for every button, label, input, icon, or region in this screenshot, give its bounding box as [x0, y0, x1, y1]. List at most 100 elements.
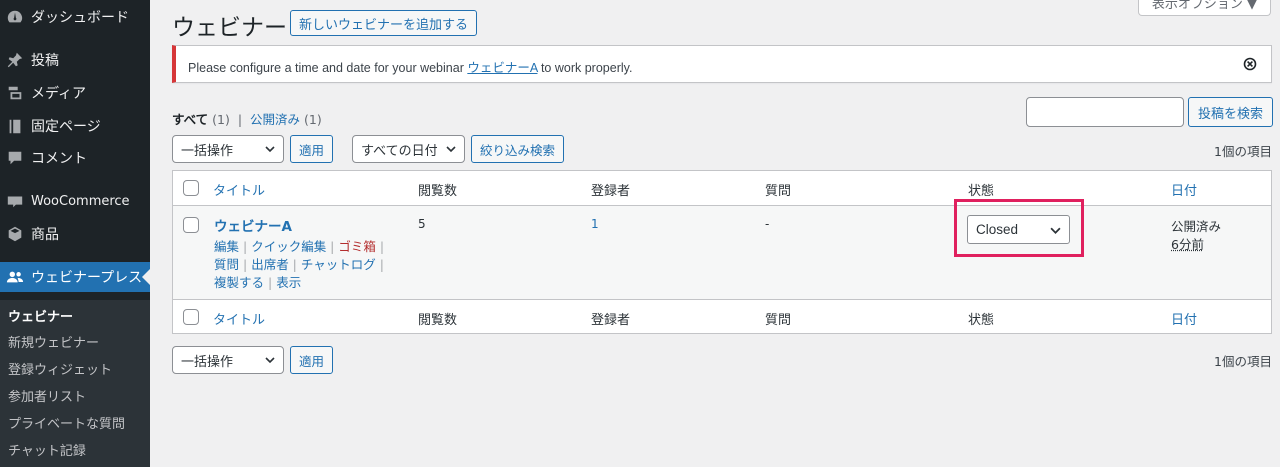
search-input[interactable]: [1026, 97, 1184, 127]
column-questions: 質問: [765, 184, 792, 199]
admin-sidebar: ダッシュボード 投稿 メディア 固定ページ コメント WooCommerce 商…: [0, 0, 150, 467]
row-actions: 編集 | クイック編集 | ゴミ箱 | 質問 | 出席者 | チャットログ | …: [214, 239, 385, 290]
column-date-footer[interactable]: 日付: [1171, 309, 1197, 328]
cell-questions: -: [765, 217, 770, 231]
action-questions[interactable]: 質問: [214, 257, 239, 272]
screen-options-button[interactable]: 表示オプション ▼: [1138, 0, 1271, 16]
notice-text: Please configure a time and date for you…: [188, 57, 632, 76]
cell-views: 5: [418, 217, 426, 231]
menu-label: 投稿: [31, 53, 59, 69]
menu-label: コメント: [31, 151, 87, 167]
woocommerce-icon: [5, 191, 25, 211]
menu-label: 商品: [31, 227, 59, 243]
submenu-new-webinar[interactable]: 新規ウェビナー: [8, 332, 99, 351]
menu-pages[interactable]: 固定ページ: [0, 111, 150, 141]
search-posts-button[interactable]: 投稿を検索: [1188, 97, 1274, 127]
action-edit[interactable]: 編集: [214, 239, 239, 254]
dismiss-icon[interactable]: [1243, 57, 1257, 71]
table-header: タイトル 閲覧数 登録者 質問 状態 日付: [173, 171, 1271, 206]
column-registrants-footer: 登録者: [591, 313, 631, 328]
column-views: 閲覧数: [418, 184, 458, 199]
action-view[interactable]: 表示: [276, 275, 301, 290]
menu-dashboard[interactable]: ダッシュボード: [0, 2, 150, 32]
column-title[interactable]: タイトル: [213, 180, 265, 199]
view-published-link[interactable]: 公開済み: [250, 112, 300, 127]
view-all-count: (1): [212, 112, 230, 127]
apply-button-bottom[interactable]: 適用: [290, 346, 334, 374]
notice-text-after: to work properly.: [537, 61, 633, 75]
pin-icon: [5, 50, 25, 70]
column-questions-footer: 質問: [765, 313, 792, 328]
menu-label: ダッシュボード: [31, 10, 129, 26]
chevron-down-icon: [446, 146, 456, 153]
menu-media[interactable]: メディア: [0, 78, 150, 108]
column-status: 状態: [968, 184, 995, 199]
column-registrants: 登録者: [591, 184, 631, 199]
submenu-webinars[interactable]: ウェビナー: [8, 306, 73, 325]
menu-label: 固定ページ: [31, 119, 101, 135]
notice-text-before: Please configure a time and date for you…: [188, 61, 468, 75]
row-title-link[interactable]: ウェビナーA: [214, 215, 292, 235]
date-filter-select[interactable]: すべての日付: [352, 135, 465, 163]
bulk-action-select-top[interactable]: 一括操作: [172, 135, 284, 163]
column-title-footer[interactable]: タイトル: [213, 309, 265, 328]
media-icon: [5, 83, 25, 103]
action-quick-edit[interactable]: クイック編集: [251, 239, 326, 254]
item-count-top: 1個の項目: [1214, 144, 1272, 159]
filter-button[interactable]: 絞り込み検索: [471, 135, 565, 163]
table-row: ウェビナーA 編集 | クイック編集 | ゴミ箱 | 質問 | 出席者 | チャ…: [173, 206, 1271, 299]
date-filter-value: すべての日付: [361, 143, 438, 159]
bulk-action-select-bottom[interactable]: 一括操作: [172, 346, 284, 374]
menu-posts[interactable]: 投稿: [0, 45, 150, 75]
comment-icon: [5, 148, 25, 168]
view-separator: |: [237, 112, 243, 127]
chevron-down-icon: [265, 357, 275, 364]
action-chat-log[interactable]: チャットログ: [301, 257, 376, 272]
select-all-checkbox[interactable]: [183, 180, 199, 196]
view-filters: すべて (1) | 公開済み (1): [172, 109, 322, 128]
menu-webinarpress[interactable]: ウェビナープレス: [0, 262, 150, 292]
view-all-link[interactable]: すべて: [172, 112, 208, 127]
column-date[interactable]: 日付: [1171, 180, 1197, 199]
item-count-bottom: 1個の項目: [1214, 354, 1272, 369]
add-new-webinar-button[interactable]: 新しいウェビナーを追加する: [290, 10, 478, 36]
action-trash[interactable]: ゴミ箱: [338, 239, 376, 254]
submenu-registration-widget[interactable]: 登録ウィジェット: [8, 359, 112, 378]
error-notice: Please configure a time and date for you…: [172, 45, 1272, 83]
box-icon: [5, 224, 25, 244]
menu-woocommerce[interactable]: WooCommerce: [0, 186, 150, 216]
menu-label: ウェビナープレス: [31, 270, 143, 286]
dashboard-icon: [5, 7, 25, 27]
bulk-action-value: 一括操作: [181, 143, 234, 159]
submenu-chat-log[interactable]: チャット記録: [8, 440, 86, 459]
column-status-footer: 状態: [968, 313, 995, 328]
status-select[interactable]: Closed: [967, 215, 1070, 244]
submenu-private-questions[interactable]: プライベートな質問: [8, 413, 125, 432]
webinar-table: タイトル 閲覧数 登録者 質問 状態 日付 ウェビナーA 編集 | クイック編集…: [172, 170, 1272, 334]
cell-registrants[interactable]: 1: [591, 217, 599, 231]
menu-comments[interactable]: コメント: [0, 143, 150, 173]
notice-webinar-link[interactable]: ウェビナーA: [467, 61, 537, 75]
status-value: Closed: [976, 222, 1019, 237]
chevron-down-icon: [265, 146, 275, 153]
page-title: ウェビナー: [172, 15, 287, 41]
select-all-checkbox-bottom[interactable]: [183, 309, 199, 325]
users-icon: [5, 267, 25, 287]
menu-label: WooCommerce: [31, 193, 130, 209]
cell-date-status: 公開済み: [1171, 219, 1222, 234]
apply-button-top[interactable]: 適用: [290, 135, 334, 163]
page-icon: [5, 116, 25, 136]
chevron-down-icon: [1050, 227, 1061, 234]
action-duplicate[interactable]: 複製する: [214, 275, 264, 290]
column-views-footer: 閲覧数: [418, 313, 458, 328]
table-footer: タイトル 閲覧数 登録者 質問 状態 日付: [173, 299, 1271, 334]
menu-label: メディア: [31, 86, 87, 102]
bulk-action-value: 一括操作: [181, 354, 234, 370]
webinarpress-submenu: ウェビナー 新規ウェビナー 登録ウィジェット 参加者リスト プライベートな質問 …: [0, 300, 150, 467]
menu-products[interactable]: 商品: [0, 219, 150, 249]
row-checkbox[interactable]: [183, 217, 199, 233]
view-published-count: (1): [304, 112, 322, 127]
cell-date-ago: 6分前: [1171, 237, 1204, 252]
submenu-attendee-list[interactable]: 参加者リスト: [8, 386, 86, 405]
action-attendees[interactable]: 出席者: [251, 257, 289, 272]
